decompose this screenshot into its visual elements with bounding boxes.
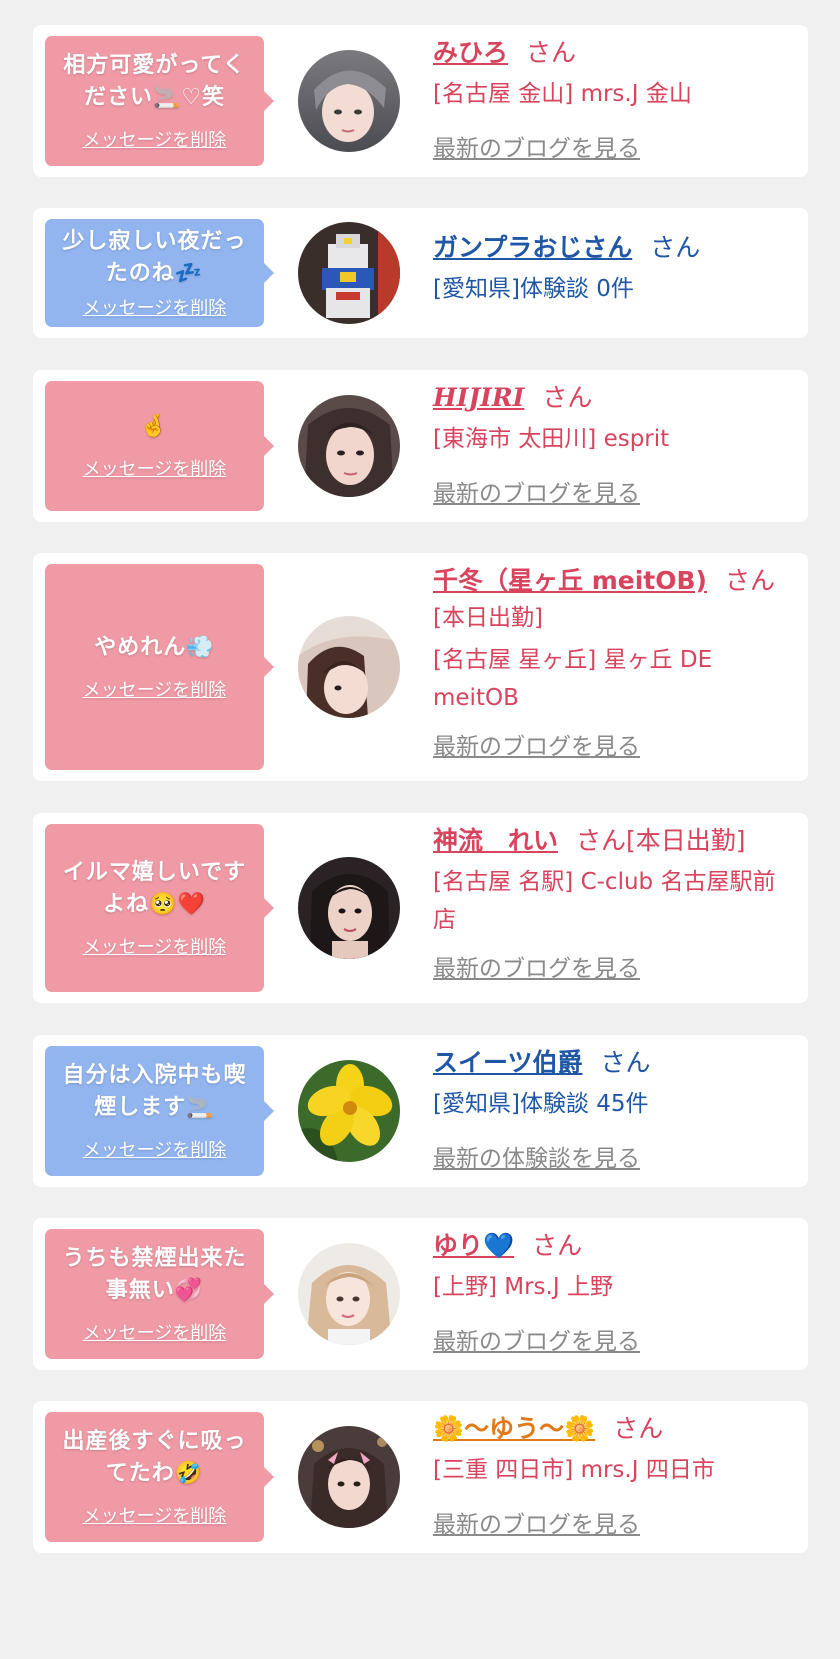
avatar[interactable]: [298, 222, 400, 324]
shop-info: [三重 四日市] mrs.J 四日市: [433, 1457, 715, 1483]
message-text: うちも禁煙出来た事無い💞: [62, 1246, 247, 1303]
message-card: 少し寂しい夜だったのね💤 メッセージを削除 ガンプラおじさん さん [愛知県]体験…: [33, 208, 808, 338]
san-suffix: さん: [526, 38, 577, 67]
message-card: 🤞 メッセージを削除 HIJIRI さん [東海市 太田川] esprit 最新の…: [33, 370, 808, 522]
name-line: ゆり💙 さん: [433, 1228, 783, 1264]
message-bubble: 自分は入院中も喫煙します🚬 メッセージを削除: [45, 1046, 274, 1176]
profile-info: スイーツ伯爵 さん [愛知県]体験談 45件 最新の体験談を見る: [433, 1045, 783, 1173]
message-card: うちも禁煙出来た事無い💞 メッセージを削除 ゆり💙 さん [上野] Mrs.J 上…: [33, 1218, 808, 1370]
message-card: 自分は入院中も喫煙します🚬 メッセージを削除 スイーツ伯爵 さん [愛知県]体験談…: [33, 1035, 808, 1187]
message-text: 出産後すぐに吸ってたわ🤣: [62, 1429, 247, 1486]
name-line: HIJIRI さん: [433, 380, 783, 416]
san-suffix: さん: [542, 383, 593, 412]
avatar[interactable]: [298, 395, 400, 497]
latest-blog-link[interactable]: 最新のブログを見る: [433, 474, 640, 508]
name-line: ガンプラおじさん さん: [433, 230, 783, 266]
avatar[interactable]: [298, 1243, 400, 1345]
san-suffix: さん: [613, 1414, 664, 1443]
san-suffix: さん[本日出勤]: [576, 826, 746, 855]
profile-name-link[interactable]: 神流 れい: [433, 826, 558, 855]
message-bubble: 🤞 メッセージを削除: [45, 381, 274, 511]
profile-name-link[interactable]: ゆり💙: [433, 1231, 514, 1260]
message-card: イルマ嬉しいですよね🥺❤️ メッセージを削除 神流 れい さん[本日出勤] [名古…: [33, 813, 808, 1003]
name-line: 千冬（星ヶ丘 meitOB) さん: [433, 563, 783, 599]
delete-message-link[interactable]: メッセージを削除: [83, 126, 227, 152]
avatar[interactable]: [298, 50, 400, 152]
latest-blog-link[interactable]: 最新のブログを見る: [433, 1322, 640, 1356]
message-bubble: イルマ嬉しいですよね🥺❤️ メッセージを削除: [45, 824, 274, 992]
shop-info: [名古屋 金山] mrs.J 金山: [433, 81, 692, 107]
delete-message-link[interactable]: メッセージを削除: [83, 1502, 227, 1528]
name-line: みひろ さん: [433, 35, 783, 71]
message-card: やめれん💨 メッセージを削除 千冬（星ヶ丘 meitOB) さん [本日出勤] […: [33, 553, 808, 781]
message-text: 少し寂しい夜だったのね💤: [62, 229, 247, 286]
profile-name-link[interactable]: HIJIRI: [433, 383, 524, 412]
name-line: 🌼〜ゆう〜🌼 さん: [433, 1411, 783, 1447]
message-text: イルマ嬉しいですよね🥺❤️: [62, 860, 247, 917]
shop-info: [愛知県]体験談 45件: [433, 1091, 649, 1117]
message-text: やめれん💨: [94, 635, 215, 660]
message-bubble: 出産後すぐに吸ってたわ🤣 メッセージを削除: [45, 1412, 274, 1542]
message-text: 相方可愛がってください🚬♡笑: [63, 53, 246, 110]
shop-info: [東海市 太田川] esprit: [433, 426, 670, 452]
avatar[interactable]: [298, 1060, 400, 1162]
san-suffix: さん: [724, 566, 775, 595]
shop-info: [名古屋 名駅] C-club 名古屋駅前店: [433, 869, 776, 933]
message-card: 出産後すぐに吸ってたわ🤣 メッセージを削除 🌼〜ゆう〜🌼 さん [三重 四日市] …: [33, 1401, 808, 1553]
profile-name-link[interactable]: ガンプラおじさん: [433, 233, 632, 262]
delete-message-link[interactable]: メッセージを削除: [83, 933, 227, 959]
delete-message-link[interactable]: メッセージを削除: [83, 1136, 227, 1162]
shop-info: [愛知県]体験談 0件: [433, 276, 634, 302]
san-suffix: さん: [600, 1048, 651, 1077]
message-text: 自分は入院中も喫煙します🚬: [62, 1063, 247, 1120]
message-bubble: やめれん💨 メッセージを削除: [45, 564, 274, 770]
latest-experience-link[interactable]: 最新の体験談を見る: [433, 1139, 640, 1173]
name-line: 神流 れい さん[本日出勤]: [433, 823, 783, 859]
latest-blog-link[interactable]: 最新のブログを見る: [433, 949, 640, 983]
shop-info: [上野] Mrs.J 上野: [433, 1274, 613, 1300]
profile-name-link[interactable]: 千冬（星ヶ丘 meitOB): [433, 566, 707, 595]
message-bubble: うちも禁煙出来た事無い💞 メッセージを削除: [45, 1229, 274, 1359]
latest-blog-link[interactable]: 最新のブログを見る: [433, 1505, 640, 1539]
work-status: [本日出勤]: [433, 605, 543, 631]
avatar[interactable]: [298, 1426, 400, 1528]
message-text: 🤞: [140, 414, 169, 439]
profile-info: HIJIRI さん [東海市 太田川] esprit 最新のブログを見る: [433, 380, 783, 508]
profile-info: 千冬（星ヶ丘 meitOB) さん [本日出勤] [名古屋 星ヶ丘] 星ヶ丘 DE…: [433, 563, 783, 761]
profile-info: ゆり💙 さん [上野] Mrs.J 上野 最新のブログを見る: [433, 1228, 783, 1356]
delete-message-link[interactable]: メッセージを削除: [83, 676, 227, 702]
shop-info: [名古屋 星ヶ丘] 星ヶ丘 DE meitOB: [433, 647, 713, 711]
profile-name-link[interactable]: スイーツ伯爵: [433, 1048, 583, 1077]
profile-name-link[interactable]: みひろ: [433, 38, 508, 67]
latest-blog-link[interactable]: 最新のブログを見る: [433, 129, 640, 163]
message-card: 相方可愛がってください🚬♡笑 メッセージを削除 みひろ さん [名古屋 金山] m…: [33, 25, 808, 177]
message-bubble: 少し寂しい夜だったのね💤 メッセージを削除: [45, 219, 274, 327]
delete-message-link[interactable]: メッセージを削除: [83, 294, 227, 320]
profile-info: 神流 れい さん[本日出勤] [名古屋 名駅] C-club 名古屋駅前店 最新の…: [433, 823, 783, 983]
avatar[interactable]: [298, 857, 400, 959]
delete-message-link[interactable]: メッセージを削除: [83, 1319, 227, 1345]
san-suffix: さん: [532, 1231, 583, 1260]
name-line: スイーツ伯爵 さん: [433, 1045, 783, 1081]
profile-name-link[interactable]: 🌼〜ゆう〜🌼: [433, 1414, 595, 1443]
latest-blog-link[interactable]: 最新のブログを見る: [433, 727, 640, 761]
san-suffix: さん: [650, 233, 701, 262]
delete-message-link[interactable]: メッセージを削除: [83, 455, 227, 481]
profile-info: 🌼〜ゆう〜🌼 さん [三重 四日市] mrs.J 四日市 最新のブログを見る: [433, 1411, 783, 1539]
profile-info: みひろ さん [名古屋 金山] mrs.J 金山 最新のブログを見る: [433, 35, 783, 163]
profile-info: ガンプラおじさん さん [愛知県]体験談 0件: [433, 230, 783, 308]
avatar[interactable]: [298, 616, 400, 718]
message-bubble: 相方可愛がってください🚬♡笑 メッセージを削除: [45, 36, 274, 166]
